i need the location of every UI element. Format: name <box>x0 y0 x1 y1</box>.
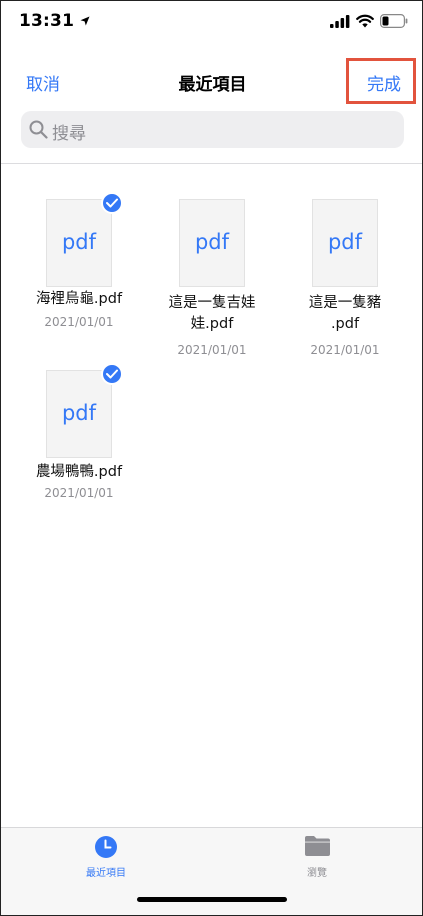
tab-bar: 最近項目 瀏覽 <box>1 827 422 915</box>
file-type-label: pdf <box>327 230 363 254</box>
file-type-label: pdf <box>61 230 97 254</box>
file-date: 2021/01/01 <box>44 486 114 500</box>
search-input[interactable]: 搜尋 <box>21 111 404 148</box>
home-indicator <box>137 897 287 902</box>
tab-label: 最近項目 <box>86 868 126 879</box>
file-type-label: pdf <box>194 230 230 254</box>
file-name-line-2: 娃.pdf <box>190 316 234 332</box>
tab-browse[interactable]: 瀏覽 <box>267 828 367 884</box>
done-button[interactable]: 完成 <box>367 70 401 95</box>
file-thumbnail: pdf <box>312 199 378 287</box>
wifi-icon <box>356 14 374 28</box>
folder-icon <box>305 836 330 856</box>
file-thumbnail: pdf <box>179 199 245 287</box>
cellular-signal-icon <box>330 15 350 28</box>
phone-screen: 13:31 取消 最近項目 完成 搜尋 pdf 海裡烏龜.pdf 2021/01… <box>0 0 423 916</box>
search-placeholder: 搜尋 <box>52 124 86 144</box>
file-type-label: pdf <box>61 401 97 425</box>
file-name-line-2: .pdf <box>330 316 360 332</box>
status-bar: 13:31 <box>1 1 422 45</box>
file-name: 海裡烏龜.pdf <box>35 291 123 307</box>
file-date: 2021/01/01 <box>177 343 247 357</box>
battery-icon <box>380 14 408 28</box>
tab-label: 瀏覽 <box>307 868 327 879</box>
file-name-line-1: 這是一隻豬 <box>308 295 382 311</box>
status-time: 13:31 <box>19 11 75 31</box>
tab-recents[interactable]: 最近項目 <box>56 828 156 884</box>
divider <box>1 163 422 164</box>
file-name: 農場鴨鴨.pdf <box>35 464 123 480</box>
file-thumbnail: pdf <box>46 199 112 287</box>
search-icon <box>29 120 48 139</box>
clock-icon <box>95 836 117 858</box>
selected-checkmark-icon <box>101 192 123 214</box>
location-arrow-icon <box>80 16 90 26</box>
file-thumbnail: pdf <box>46 370 112 458</box>
file-name-line-1: 這是一隻吉娃 <box>168 295 256 311</box>
selected-checkmark-icon <box>101 363 123 385</box>
file-date: 2021/01/01 <box>310 343 380 357</box>
file-date: 2021/01/01 <box>44 315 114 329</box>
